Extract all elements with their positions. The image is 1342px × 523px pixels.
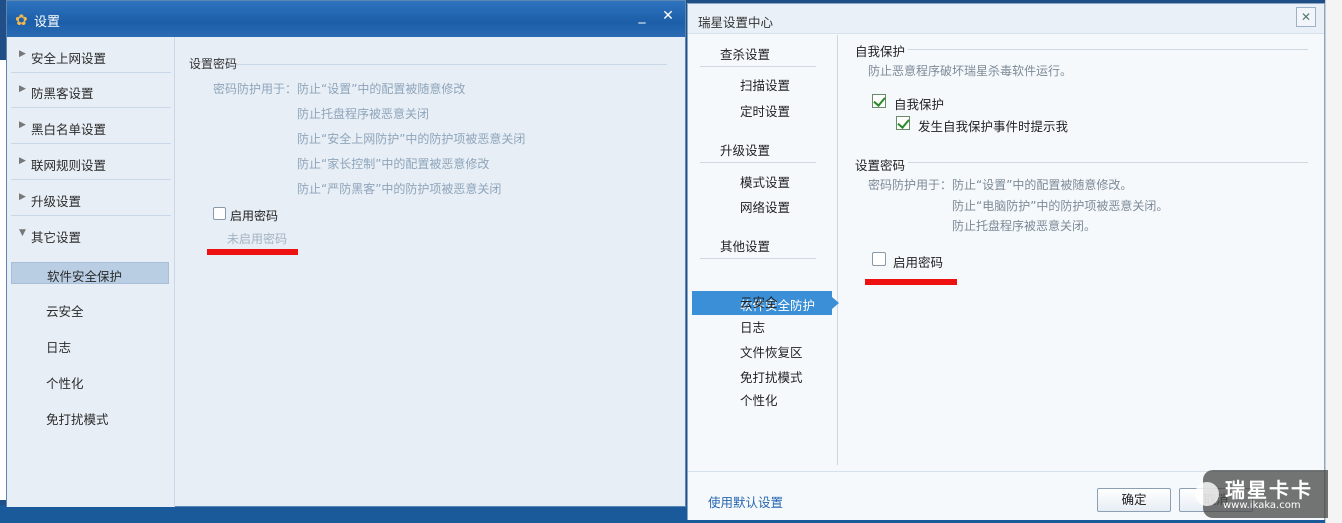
settings-content: 设置密码 密码防护用于：防止“设置”中的配置被随意修改 防止托盘程序被恶意关闭 … bbox=[177, 37, 685, 507]
section-title: 设置密码 bbox=[189, 57, 238, 71]
gear-icon: ✿ bbox=[15, 11, 28, 29]
nav-item-log[interactable]: 日志 bbox=[740, 317, 765, 336]
sidebar-item-label: 安全上网设置 bbox=[31, 51, 107, 66]
sidebar-sub-log[interactable]: 日志 bbox=[11, 334, 169, 356]
chevron-right-icon: ▶ bbox=[19, 156, 26, 166]
window-title: 瑞星设置中心 bbox=[698, 15, 774, 30]
nav-item-mode[interactable]: 模式设置 bbox=[740, 172, 790, 191]
self-protect-checkbox[interactable] bbox=[872, 94, 886, 108]
sidebar-sub-label: 日志 bbox=[46, 340, 72, 355]
password-title: 设置密码 bbox=[855, 158, 906, 173]
settings-window: ✿ 设置 _ ✕ ▶ 安全上网设置 ▶ 防黑客设置 ▶ 黑白名单设置 ▶ 联网规… bbox=[6, 0, 686, 507]
password-desc-line: 密码防护用于：防止“设置”中的配置被随意修改。 bbox=[868, 178, 1133, 192]
password-desc-line: 防止托盘程序被恶意关闭 bbox=[297, 107, 430, 121]
sidebar-item-label: 联网规则设置 bbox=[31, 158, 107, 173]
password-status: 未启用密码 bbox=[227, 232, 288, 246]
sidebar-item-label: 其它设置 bbox=[31, 230, 82, 245]
self-protect-title: 自我保护 bbox=[855, 44, 906, 59]
red-underline-mark bbox=[865, 279, 957, 285]
password-desc-line: 密码防护用于：防止“设置”中的配置被随意修改 bbox=[213, 82, 466, 96]
desktop-right-strip bbox=[1325, 0, 1342, 523]
close-button[interactable]: ✕ bbox=[657, 7, 679, 25]
sidebar-item-anti-hacker[interactable]: ▶ 防黑客设置 bbox=[11, 74, 171, 108]
nav-item-dnd[interactable]: 免打扰模式 bbox=[740, 367, 803, 386]
notify-label: 发生自我保护事件时提示我 bbox=[918, 119, 1069, 134]
password-desc-line: 防止“严防黑客”中的防护项被恶意关闭 bbox=[297, 182, 502, 196]
enable-password-checkbox[interactable] bbox=[213, 207, 226, 220]
nav-divider bbox=[700, 66, 816, 67]
nav-divider bbox=[700, 258, 816, 259]
nav-item-quarantine[interactable]: 文件恢复区 bbox=[740, 342, 803, 361]
sidebar-sub-personalize[interactable]: 个性化 bbox=[11, 370, 169, 392]
nav-item-personalize[interactable]: 个性化 bbox=[740, 390, 778, 409]
red-underline-mark bbox=[207, 249, 298, 255]
enable-password-label: 启用密码 bbox=[893, 255, 944, 270]
sidebar-sub-label: 软件安全保护 bbox=[47, 269, 123, 284]
logo-icon bbox=[1195, 482, 1219, 506]
sidebar-sub-label: 云安全 bbox=[46, 304, 84, 319]
watermark: 瑞星卡卡 www.ikaka.com bbox=[1195, 470, 1328, 518]
use-default-settings-link[interactable]: 使用默认设置 bbox=[708, 492, 783, 511]
settings-sidebar: ▶ 安全上网设置 ▶ 防黑客设置 ▶ 黑白名单设置 ▶ 联网规则设置 ▶ 升级设… bbox=[7, 37, 175, 507]
watermark-url: www.ikaka.com bbox=[1223, 500, 1301, 511]
password-desc-line: 防止托盘程序被恶意关闭。 bbox=[952, 219, 1097, 233]
chevron-right-icon: ▶ bbox=[19, 84, 26, 94]
self-protect-label: 自我保护 bbox=[894, 97, 945, 112]
sidebar-item-safe-browsing[interactable]: ▶ 安全上网设置 bbox=[11, 39, 171, 73]
nav-item-scan-settings[interactable]: 扫描设置 bbox=[740, 75, 790, 94]
nav-group-upgrade: 升级设置 bbox=[720, 143, 771, 158]
chevron-right-icon: ▶ bbox=[19, 192, 26, 202]
section-divider bbox=[908, 162, 1308, 163]
chevron-right-icon: ▶ bbox=[19, 120, 26, 130]
sidebar-item-network-rules[interactable]: ▶ 联网规则设置 bbox=[11, 146, 171, 180]
password-desc-line: 防止“安全上网防护”中的防护项被恶意关闭 bbox=[297, 132, 526, 146]
sidebar-sub-dnd[interactable]: 免打扰模式 bbox=[11, 406, 169, 428]
sidebar-sub-label: 个性化 bbox=[46, 376, 84, 391]
password-desc-line: 防止“电脑防护”中的防护项被恶意关闭。 bbox=[952, 199, 1169, 213]
enable-password-checkbox[interactable] bbox=[872, 252, 886, 266]
ok-button[interactable]: 确定 bbox=[1097, 488, 1171, 512]
sidebar-item-label: 防黑客设置 bbox=[31, 86, 94, 101]
nav-item-network[interactable]: 网络设置 bbox=[740, 197, 790, 216]
sidebar-sub-label: 免打扰模式 bbox=[46, 412, 109, 427]
sidebar-item-upgrade[interactable]: ▶ 升级设置 bbox=[11, 182, 171, 216]
self-protect-desc: 防止恶意程序破坏瑞星杀毒软件运行。 bbox=[868, 64, 1073, 78]
enable-password-label: 启用密码 bbox=[230, 209, 279, 223]
sidebar-item-other[interactable]: ▼ 其它设置 bbox=[11, 218, 171, 252]
sidebar-item-label: 升级设置 bbox=[31, 194, 82, 209]
settings-center-titlebar: 瑞星设置中心 ✕ bbox=[688, 4, 1324, 34]
section-divider bbox=[908, 49, 1308, 50]
nav-group-scan: 查杀设置 bbox=[720, 47, 771, 62]
rising-settings-center: 瑞星设置中心 ✕ 查杀设置 扫描设置 定时设置 升级设置 模式设置 网络设置 其… bbox=[687, 3, 1325, 520]
close-button[interactable]: ✕ bbox=[1296, 7, 1316, 27]
nav-group-other: 其他设置 bbox=[720, 239, 771, 254]
chevron-down-icon: ▼ bbox=[19, 228, 26, 238]
sidebar-sub-cloud[interactable]: 云安全 bbox=[11, 298, 169, 320]
sidebar-item-black-white-list[interactable]: ▶ 黑白名单设置 bbox=[11, 110, 171, 144]
minimize-button[interactable]: _ bbox=[631, 7, 653, 25]
settings-nav: 查杀设置 扫描设置 定时设置 升级设置 模式设置 网络设置 其他设置 软件安全防… bbox=[688, 35, 839, 465]
nav-divider bbox=[700, 162, 816, 163]
nav-item-schedule[interactable]: 定时设置 bbox=[740, 101, 790, 120]
chevron-right-icon: ▶ bbox=[19, 49, 26, 59]
sidebar-sub-software-protection[interactable]: 软件安全保护 bbox=[11, 262, 169, 284]
sidebar-item-label: 黑白名单设置 bbox=[31, 122, 107, 137]
section-divider bbox=[237, 64, 667, 65]
notify-checkbox[interactable] bbox=[896, 116, 910, 130]
nav-item-cloud[interactable]: 云安全 bbox=[740, 292, 778, 311]
window-title: 设置 bbox=[34, 15, 61, 30]
active-pointer-icon bbox=[832, 297, 839, 309]
password-desc-line: 防止“家长控制”中的配置被恶意修改 bbox=[297, 157, 490, 171]
settings-titlebar: ✿ 设置 _ ✕ bbox=[7, 1, 685, 37]
watermark-brand: 瑞星卡卡 bbox=[1225, 478, 1313, 502]
